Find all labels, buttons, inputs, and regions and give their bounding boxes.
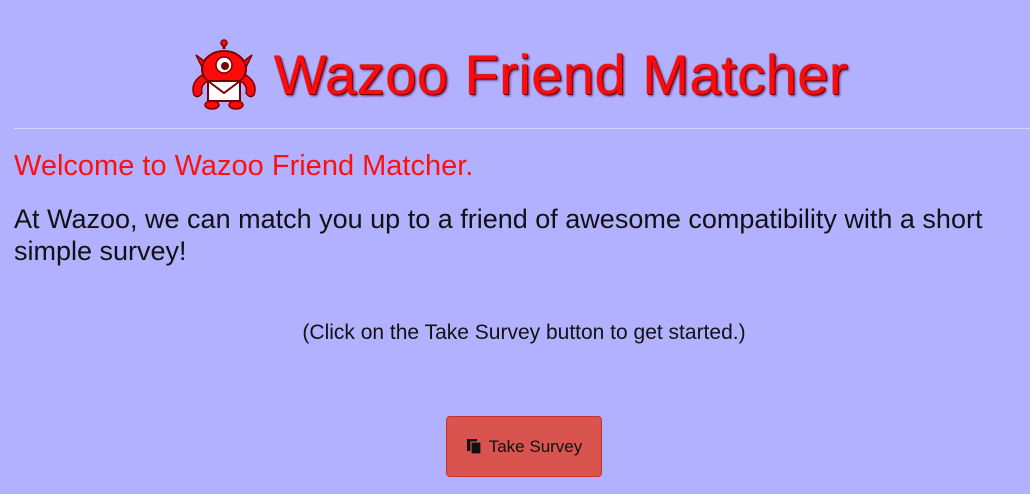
take-survey-label: Take Survey xyxy=(488,436,583,456)
intro-text: At Wazoo, we can match you up to a frien… xyxy=(14,204,983,266)
site-title: Wazoo Friend Matcher xyxy=(273,43,849,106)
instruction-text: (Click on the Take Survey button to get … xyxy=(302,321,746,344)
header-divider xyxy=(14,128,1030,129)
welcome-heading: Welcome to Wazoo Friend Matcher. xyxy=(14,150,474,182)
page: Wazoo Friend Matcher Welcome to Wazoo Fr… xyxy=(0,0,1030,494)
take-survey-button[interactable]: Take Survey xyxy=(446,416,602,477)
copy-files-icon xyxy=(466,439,482,455)
monster-mail-icon xyxy=(192,39,256,110)
header: Wazoo Friend Matcher xyxy=(0,30,1030,120)
